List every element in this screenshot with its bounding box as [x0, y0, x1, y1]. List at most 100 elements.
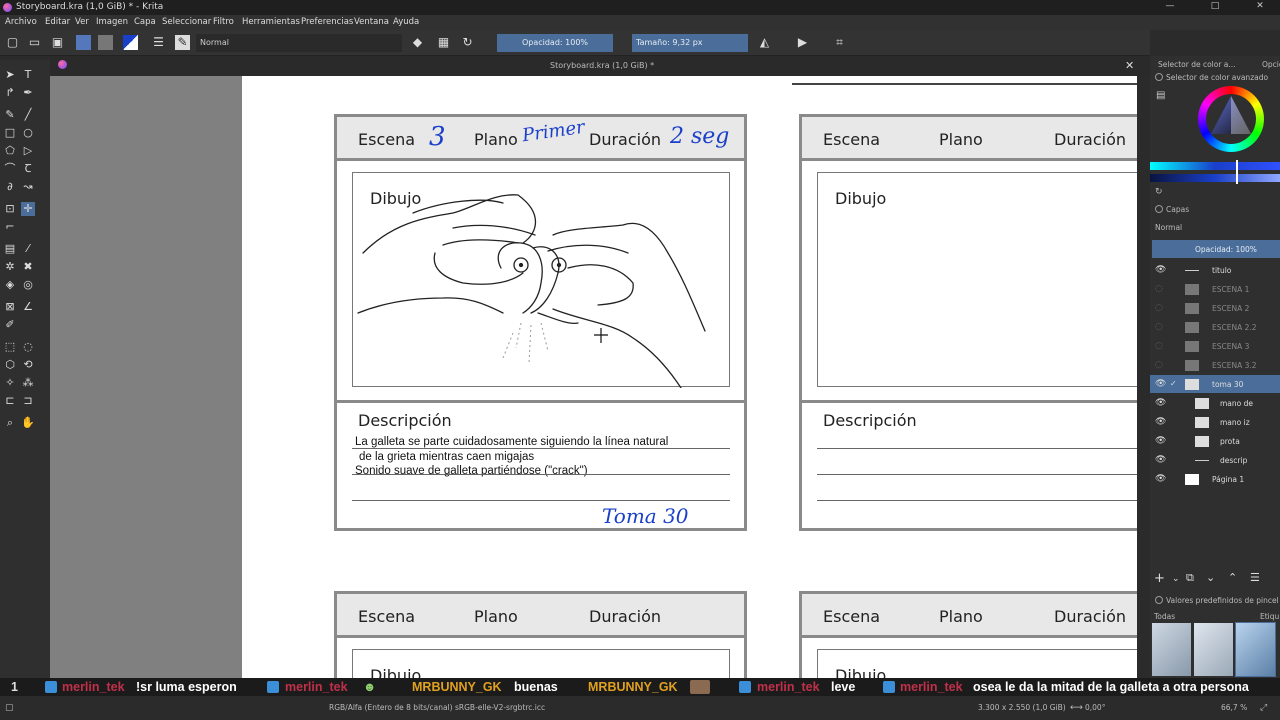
tab-options[interactable]: Opcione [1262, 60, 1280, 69]
visibility-icon[interactable]: 👁 [1155, 455, 1166, 465]
reference-tool-icon[interactable]: ✐ [3, 318, 17, 332]
value-slider[interactable] [1150, 174, 1280, 182]
layer-row[interactable]: 👁 mano de [1150, 394, 1280, 412]
edit-shapes-tool-icon[interactable]: ↱ [3, 86, 17, 100]
new-document-icon[interactable]: ▢ [5, 35, 20, 50]
menu-preferencias[interactable]: Preferencias [301, 17, 353, 27]
layer-row-active[interactable]: 👁 ✓ toma 30 [1150, 375, 1280, 393]
menu-herramientas[interactable]: Herramientas [242, 17, 300, 27]
layers-blend-mode[interactable]: Normal [1155, 223, 1182, 232]
magnetic-select-tool-icon[interactable]: ⊐ [21, 394, 35, 408]
freehand-path-tool-icon[interactable]: ∂ [3, 180, 17, 194]
color-settings-icon[interactable]: ▤ [1156, 90, 1165, 101]
document-tab[interactable]: Storyboard.kra (1,0 GiB) * ✕ [50, 56, 1150, 76]
bezier-tool-icon[interactable]: ⌒ [3, 162, 17, 176]
blend-mode-select[interactable]: Normal [196, 34, 402, 52]
tab-color-selector[interactable]: Selector de color a... [1158, 60, 1236, 69]
layer-row[interactable]: 👁 prota [1150, 432, 1280, 450]
ellipse-select-tool-icon[interactable]: ◌ [21, 340, 35, 354]
alpha-lock-icon[interactable]: ▦ [436, 35, 451, 50]
polygon-select-tool-icon[interactable]: ⬡ [3, 358, 17, 372]
opacity-slider[interactable]: Opacidad: 100% [497, 34, 613, 52]
colorize-mask-tool-icon[interactable]: ✲ [3, 260, 17, 274]
menu-ventana[interactable]: Ventana [354, 17, 389, 27]
brush-filter-select[interactable]: Todas [1154, 612, 1175, 621]
fg-bg-color-icon[interactable] [123, 35, 138, 50]
visibility-icon[interactable]: 👁 [1155, 474, 1166, 484]
gradient-tool-icon[interactable]: ▤ [3, 242, 17, 256]
enclose-fill-tool-icon[interactable]: ◎ [21, 278, 35, 292]
image-dimensions[interactable]: 3.300 x 2.550 (1,0 GiB) [978, 703, 1066, 712]
visibility-icon[interactable]: ◌ [1155, 322, 1163, 332]
layer-row[interactable]: ◌ ESCENA 3.2 [1150, 356, 1280, 374]
layer-row[interactable]: 👁 descrip [1150, 451, 1280, 469]
fullscreen-icon[interactable]: ⤢ [1260, 703, 1267, 713]
crop-wrap-icon[interactable]: ⌗ [832, 35, 847, 50]
add-layer-dropdown-icon[interactable]: ⌄ [1172, 574, 1180, 584]
rectangle-tool-icon[interactable]: □ [3, 126, 17, 140]
text-tool-icon[interactable]: T [21, 68, 35, 82]
menu-ayuda[interactable]: Ayuda [393, 17, 419, 27]
layer-properties-icon[interactable]: ☰ [1250, 571, 1260, 584]
drawing-box[interactable]: Dibujo [817, 172, 1137, 387]
menu-seleccionar[interactable]: Seleccionar [162, 17, 211, 27]
visibility-icon[interactable]: 👁 [1155, 398, 1166, 408]
brush-presets-lock-icon[interactable] [1155, 596, 1163, 604]
maximize-button[interactable]: □ [1200, 1, 1230, 14]
layer-row[interactable]: 👁 mano iz [1150, 413, 1280, 431]
move-layer-down-icon[interactable]: ⌄ [1206, 571, 1215, 584]
assistant-tool-icon[interactable]: ⊠ [3, 300, 17, 314]
smart-patch-tool-icon[interactable]: ✖ [21, 260, 35, 274]
ellipse-tool-icon[interactable]: ○ [21, 126, 35, 140]
color-triangle[interactable] [1209, 94, 1253, 138]
dynamic-brush-tool-icon[interactable]: ↝ [21, 180, 35, 194]
freehand-select-tool-icon[interactable]: ⟲ [21, 358, 35, 372]
storyboard-page[interactable]: Escena 3 Plano Primer Duración 2 seg Dib… [242, 76, 1137, 696]
mirror-horizontal-icon[interactable]: ◭ [757, 35, 772, 50]
select-shape-tool-icon[interactable]: ➤ [3, 68, 17, 82]
minimize-button[interactable]: — [1155, 1, 1185, 14]
calligraphy-tool-icon[interactable]: ✒ [21, 86, 35, 100]
polyline-tool-icon[interactable]: ▷ [21, 144, 35, 158]
brush-preset-icon[interactable]: ✎ [175, 35, 190, 50]
visibility-icon[interactable]: 👁 [1155, 265, 1166, 275]
duplicate-layer-icon[interactable]: ⧉ [1186, 571, 1194, 585]
menu-filtro[interactable]: Filtro [213, 17, 234, 27]
layer-row[interactable]: ◌ ESCENA 3 [1150, 337, 1280, 355]
color-space-info[interactable]: RGB/Alfa (Entero de 8 bits/canal) sRGB-e… [329, 703, 545, 712]
menu-editar[interactable]: Editar [45, 17, 70, 27]
open-document-icon[interactable]: ▭ [27, 35, 42, 50]
layers-lock-icon[interactable] [1155, 205, 1163, 213]
visibility-icon[interactable]: 👁 [1155, 379, 1166, 389]
layer-row[interactable]: ◌ ESCENA 2.2 [1150, 318, 1280, 336]
reload-icon[interactable]: ↻ [460, 35, 475, 50]
layers-opacity-slider[interactable]: Opacidad: 100% [1152, 240, 1280, 258]
refresh-icon[interactable]: ↻ [1155, 187, 1163, 197]
mirror-vertical-icon[interactable]: ▶ [795, 35, 810, 50]
brush-settings-icon[interactable]: ☰ [151, 35, 166, 50]
pattern-icon[interactable] [98, 35, 113, 50]
visibility-icon[interactable]: ◌ [1155, 303, 1163, 313]
visibility-icon[interactable]: 👁 [1155, 417, 1166, 427]
brush-preset-thumb-selected[interactable] [1235, 622, 1276, 677]
visibility-icon[interactable]: 👁 [1155, 436, 1166, 446]
gradient-icon[interactable] [76, 35, 91, 50]
move-tool-icon[interactable]: ✛ [21, 202, 35, 216]
zoom-tool-icon[interactable]: ⌕ [3, 416, 17, 430]
similar-select-tool-icon[interactable]: ⁂ [21, 376, 35, 390]
line-tool-icon[interactable]: ╱ [21, 108, 35, 122]
measure-tool-icon[interactable]: ∠ [21, 300, 35, 314]
bezier-select-tool-icon[interactable]: ⊏ [3, 394, 17, 408]
color-wheel[interactable] [1198, 86, 1264, 152]
bezier-text-tool-icon[interactable]: Ꞇ [21, 162, 35, 176]
zoom-level[interactable]: 66,7 % [1221, 703, 1247, 712]
drawing-box[interactable]: Dibujo [352, 172, 730, 388]
layer-row[interactable]: ◌ ESCENA 2 [1150, 299, 1280, 317]
hue-slider[interactable] [1150, 162, 1280, 170]
menu-imagen[interactable]: Imagen [96, 17, 128, 27]
visibility-icon[interactable]: ◌ [1155, 284, 1163, 294]
layer-row[interactable]: 👁 titulo [1150, 261, 1280, 279]
contiguous-select-tool-icon[interactable]: ✧ [3, 376, 17, 390]
size-slider[interactable]: Tamaño: 9,32 px [632, 34, 748, 52]
visibility-icon[interactable]: ◌ [1155, 341, 1163, 351]
